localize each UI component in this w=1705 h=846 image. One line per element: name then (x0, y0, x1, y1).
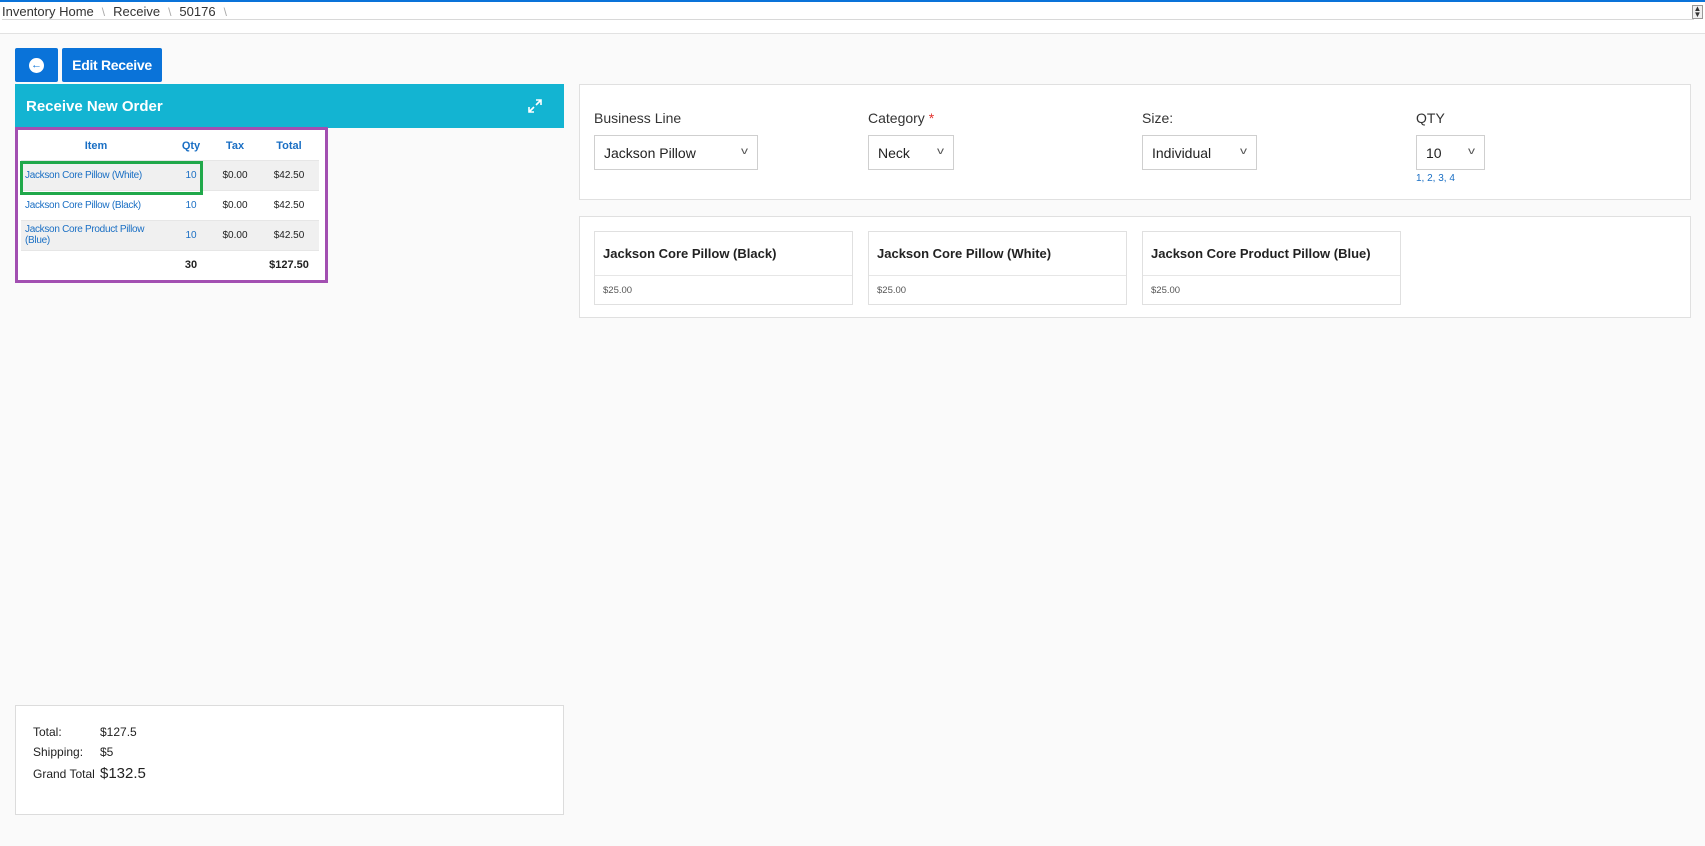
qty-link[interactable]: 10 (171, 220, 211, 251)
category-filter: Category * Neck v (868, 110, 954, 170)
totals-spacer (211, 250, 259, 280)
column-header-qty[interactable]: Qty (171, 133, 211, 161)
product-name: Jackson Core Pillow (White) (869, 232, 1126, 276)
qty-filter: QTY 10 v 1, 2, 3, 4 (1416, 110, 1485, 184)
tax-cell: $0.00 (211, 160, 259, 191)
chevron-down-icon: v (741, 146, 748, 157)
size-value: Individual (1152, 144, 1212, 161)
summary-grand-label: Grand Total (33, 767, 95, 781)
product-price: $25.00 (603, 285, 633, 296)
grand-line-total: $127.50 (269, 259, 309, 272)
filters-panel: Business Line Jackson Pillow v Category … (579, 84, 1691, 200)
tax-cell: $0.00 (211, 190, 259, 221)
product-card[interactable]: Jackson Core Product Pillow (Blue) $25.0… (1142, 231, 1401, 305)
edit-receive-button[interactable]: Edit Receive (62, 48, 162, 82)
top-bar: Inventory Home \ Receive \ 50176 \ ▲ ▼ (0, 0, 1705, 34)
category-label-wrap: Category * (868, 110, 954, 128)
summary-shipping-label: Shipping: (33, 745, 84, 759)
breadcrumb-separator: \ (223, 4, 227, 19)
qty-hint[interactable]: 1, 2, 3, 4 (1416, 173, 1485, 184)
breadcrumb-receive[interactable]: Receive (113, 4, 164, 19)
table-row: Jackson Core Pillow (White) 10 $0.00 $42… (21, 160, 319, 191)
product-price: $25.00 (1151, 285, 1181, 296)
total-cell: $42.50 (259, 220, 319, 251)
table-row: Jackson Core Product Pillow (Blue) 10 $0… (21, 220, 319, 251)
qty-link[interactable]: 10 (171, 190, 211, 221)
category-label: Category (868, 110, 925, 126)
summary-total-value: $127.5 (100, 725, 137, 739)
qty-select[interactable]: 10 v (1416, 135, 1485, 170)
breadcrumb-separator: \ (168, 4, 172, 19)
business-line-value: Jackson Pillow (604, 144, 696, 161)
total-qty: 30 (184, 259, 198, 272)
chevron-down-icon: v (1468, 146, 1475, 157)
totals-spacer (21, 250, 171, 280)
breadcrumb-separator: \ (101, 4, 106, 19)
size-filter: Size: Individual v (1142, 110, 1257, 170)
order-items-table: Item Qty Tax Total Jackson Core Pillow (… (15, 127, 328, 283)
qty-link[interactable]: 10 (171, 160, 211, 191)
item-link[interactable]: Jackson Core Pillow (Black) (21, 190, 171, 221)
products-panel: Jackson Core Pillow (Black) $25.00 Jacks… (579, 216, 1691, 318)
summary-shipping-row: Shipping: $5 (33, 745, 546, 765)
category-value: Neck (878, 144, 910, 161)
product-name: Jackson Core Pillow (Black) (595, 232, 852, 276)
tax-cell: $0.00 (211, 220, 259, 251)
category-select[interactable]: Neck v (868, 135, 954, 170)
size-label: Size: (1142, 110, 1174, 126)
arrow-left-circle-icon: ← (29, 57, 44, 73)
column-header-item[interactable]: Item (21, 133, 171, 161)
product-card[interactable]: Jackson Core Pillow (White) $25.00 (868, 231, 1127, 305)
chevron-down-icon: v (937, 146, 944, 157)
total-cell: $42.50 (259, 160, 319, 191)
expand-icon[interactable] (526, 97, 544, 115)
item-link[interactable]: Jackson Core Product Pillow (Blue) (21, 220, 171, 251)
business-line-filter: Business Line Jackson Pillow v (594, 110, 758, 170)
product-name: Jackson Core Product Pillow (Blue) (1143, 232, 1400, 276)
breadcrumb-order-id[interactable]: 50176 (179, 4, 219, 19)
summary-total-row: Total: $127.5 (33, 725, 546, 745)
product-price: $25.00 (877, 285, 907, 296)
column-header-total[interactable]: Total (259, 133, 319, 161)
total-cell: $42.50 (259, 190, 319, 221)
table-row: Jackson Core Pillow (Black) 10 $0.00 $42… (21, 190, 319, 221)
summary-grand-value: $132.5 (100, 765, 146, 782)
totals-row: 30 $127.50 (21, 250, 319, 280)
summary-total-label: Total: (33, 725, 62, 739)
size-select[interactable]: Individual v (1142, 135, 1257, 170)
back-button[interactable]: ← (15, 48, 58, 82)
breadcrumb: Inventory Home \ Receive \ 50176 \ (2, 4, 1694, 20)
qty-label: QTY (1416, 110, 1445, 126)
item-link[interactable]: Jackson Core Pillow (White) (21, 160, 171, 191)
summary-shipping-value: $5 (100, 745, 114, 759)
business-line-label: Business Line (594, 110, 682, 126)
product-card[interactable]: Jackson Core Pillow (Black) $25.00 (594, 231, 853, 305)
receive-order-header: Receive New Order (15, 84, 564, 128)
summary-grand-row: Grand Total $132.5 (33, 765, 546, 785)
qty-value: 10 (1426, 144, 1442, 161)
column-header-tax[interactable]: Tax (211, 133, 259, 161)
chevron-down-icon: v (1240, 146, 1247, 157)
spin-arrows-icon[interactable]: ▲ ▼ (1692, 5, 1703, 19)
breadcrumb-inventory-home[interactable]: Inventory Home (2, 4, 98, 19)
required-mark: * (928, 110, 935, 126)
panel-title: Receive New Order (26, 97, 163, 115)
order-summary: Total: $127.5 Shipping: $5 Grand Total $… (15, 705, 564, 815)
business-line-select[interactable]: Jackson Pillow v (594, 135, 758, 170)
